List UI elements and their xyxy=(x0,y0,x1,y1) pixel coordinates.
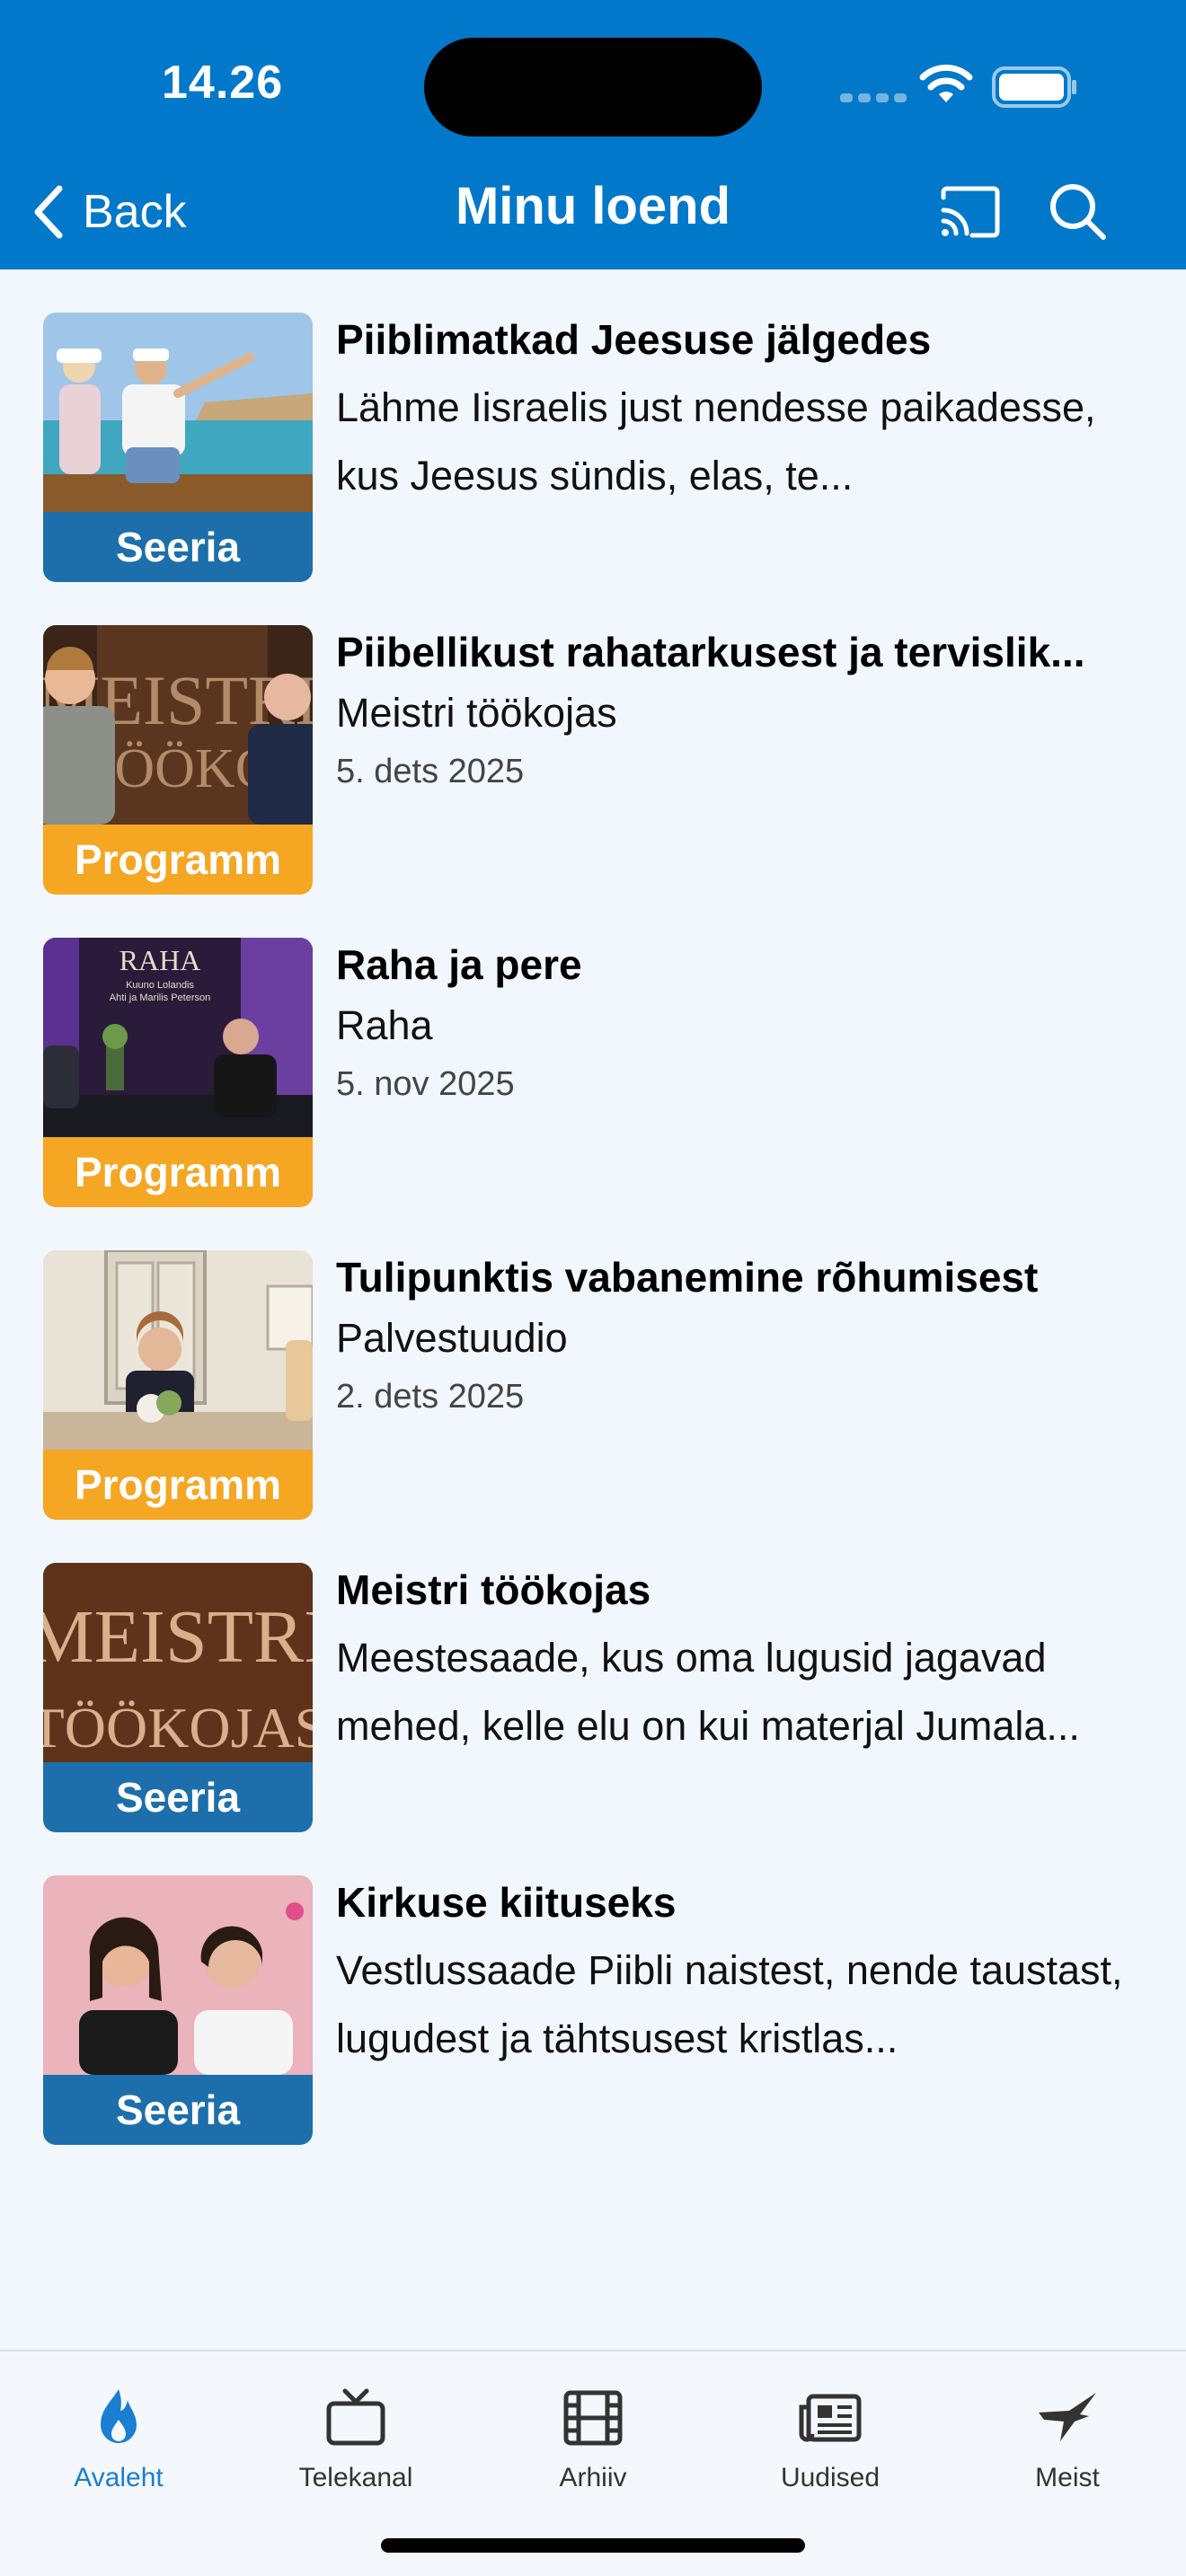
tab-label: Telekanal xyxy=(298,2463,413,2492)
item-description: Lähme Iisraelis just nendesse paikadesse… xyxy=(336,384,1096,498)
tab-label: Avaleht xyxy=(74,2463,164,2492)
status-time: 14.26 xyxy=(162,57,284,109)
thumbnail-image: RAHA Kuuno Lolandis Ahti ja Marilis Pete… xyxy=(43,938,313,1137)
list-item[interactable]: MEISTRI TÖÖKOJAS Seeria Meistri töökojas… xyxy=(0,1520,1186,1832)
tab-label: Meist xyxy=(1035,2463,1100,2492)
badge-seeria: Seeria xyxy=(43,2075,313,2145)
badge-seeria: Seeria xyxy=(43,1762,313,1832)
item-title: Kirkuse kiituseks xyxy=(336,1879,677,1926)
list-item[interactable]: Seeria Piiblimatkad Jeesuse jälgedes Läh… xyxy=(0,269,1186,582)
thumbnail-image: MEISTRI TÖÖKO xyxy=(43,625,313,825)
art-small-text-2: Ahti ja Marilis Peterson xyxy=(110,992,211,1003)
item-description: Meestesaade, kus oma lugusid jagavad meh… xyxy=(336,1635,1080,1749)
badge-programm: Programm xyxy=(43,825,313,895)
item-title: Meistri töökojas xyxy=(336,1566,651,1613)
thumbnail: Seeria xyxy=(43,313,313,582)
bird-icon xyxy=(1039,2393,1096,2441)
tab-avaleht[interactable]: Avaleht xyxy=(0,2373,237,2508)
chevron-left-icon xyxy=(34,185,63,239)
item-date: 2. dets 2025 xyxy=(336,1378,525,1416)
back-label: Back xyxy=(83,186,187,238)
list-item[interactable]: MEISTRI TÖÖKO Programm Piibellikust raha… xyxy=(0,582,1186,895)
newspaper-icon xyxy=(799,2394,862,2442)
item-title: Piibellikust rahatarkusest ja tervislik.… xyxy=(336,629,1085,675)
art-tookojas-text: TÖÖKOJAS xyxy=(43,1696,313,1760)
item-description: Vestlussaade Piibli naistest, nende taus… xyxy=(336,1947,1123,2061)
thumbnail: RAHA Kuuno Lolandis Ahti ja Marilis Pete… xyxy=(43,938,313,1207)
item-title: Raha ja pere xyxy=(336,941,582,988)
thumbnail-image xyxy=(43,313,313,512)
thumbnail: MEISTRI TÖÖKOJAS Seeria xyxy=(43,1563,313,1832)
badge-seeria: Seeria xyxy=(43,512,313,582)
tab-label: Arhiiv xyxy=(559,2463,627,2492)
badge-programm: Programm xyxy=(43,1450,313,1520)
back-button[interactable]: Back xyxy=(31,176,187,248)
tab-meist[interactable]: Meist xyxy=(949,2373,1186,2508)
wifi-icon xyxy=(919,64,973,102)
tab-uudised[interactable]: Uudised xyxy=(712,2373,949,2508)
item-title: Tulipunktis vabanemine rõhumisest xyxy=(336,1254,1039,1301)
list-item[interactable]: RAHA Kuuno Lolandis Ahti ja Marilis Pete… xyxy=(0,895,1186,1207)
item-title: Piiblimatkad Jeesuse jälgedes xyxy=(336,316,932,363)
flame-icon xyxy=(101,2389,137,2443)
thumbnail-image: MEISTRI TÖÖKOJAS xyxy=(43,1563,313,1762)
thumbnail-image xyxy=(43,1250,313,1450)
thumbnail-image xyxy=(43,1875,313,2075)
dynamic-island xyxy=(424,38,762,137)
home-indicator[interactable] xyxy=(381,2538,805,2553)
tv-icon xyxy=(326,2388,385,2446)
app-header: 14.26 Back Minu loend xyxy=(0,0,1186,269)
cellular-signal-icon xyxy=(840,93,907,102)
tab-telekanal[interactable]: Telekanal xyxy=(237,2373,474,2508)
item-subtitle: Raha xyxy=(336,1002,433,1048)
cast-icon[interactable] xyxy=(938,183,1003,241)
badge-programm: Programm xyxy=(43,1137,313,1207)
tab-label: Uudised xyxy=(780,2463,881,2492)
thumbnail: MEISTRI TÖÖKO Programm xyxy=(43,625,313,895)
list-item[interactable]: Seeria Kirkuse kiituseks Vestlussaade Pi… xyxy=(0,1832,1186,2145)
item-subtitle: Meistri töökojas xyxy=(336,690,617,736)
list-item[interactable]: Programm Tulipunktis vabanemine rõhumise… xyxy=(0,1207,1186,1520)
art-raha-text: RAHA xyxy=(119,944,201,976)
tab-arhiiv[interactable]: Arhiiv xyxy=(474,2373,712,2508)
item-subtitle: Palvestuudio xyxy=(336,1315,568,1361)
item-date: 5. dets 2025 xyxy=(336,753,525,790)
thumbnail: Seeria xyxy=(43,1875,313,2145)
art-meistri-text: MEISTRI xyxy=(43,1595,313,1679)
art-small-text-1: Kuuno Lolandis xyxy=(126,980,194,991)
thumbnail: Programm xyxy=(43,1250,313,1520)
item-date: 5. nov 2025 xyxy=(336,1065,515,1103)
film-icon xyxy=(563,2390,623,2446)
search-icon[interactable] xyxy=(1046,180,1111,244)
battery-icon xyxy=(992,66,1076,108)
my-list: Seeria Piiblimatkad Jeesuse jälgedes Läh… xyxy=(0,269,1186,2145)
